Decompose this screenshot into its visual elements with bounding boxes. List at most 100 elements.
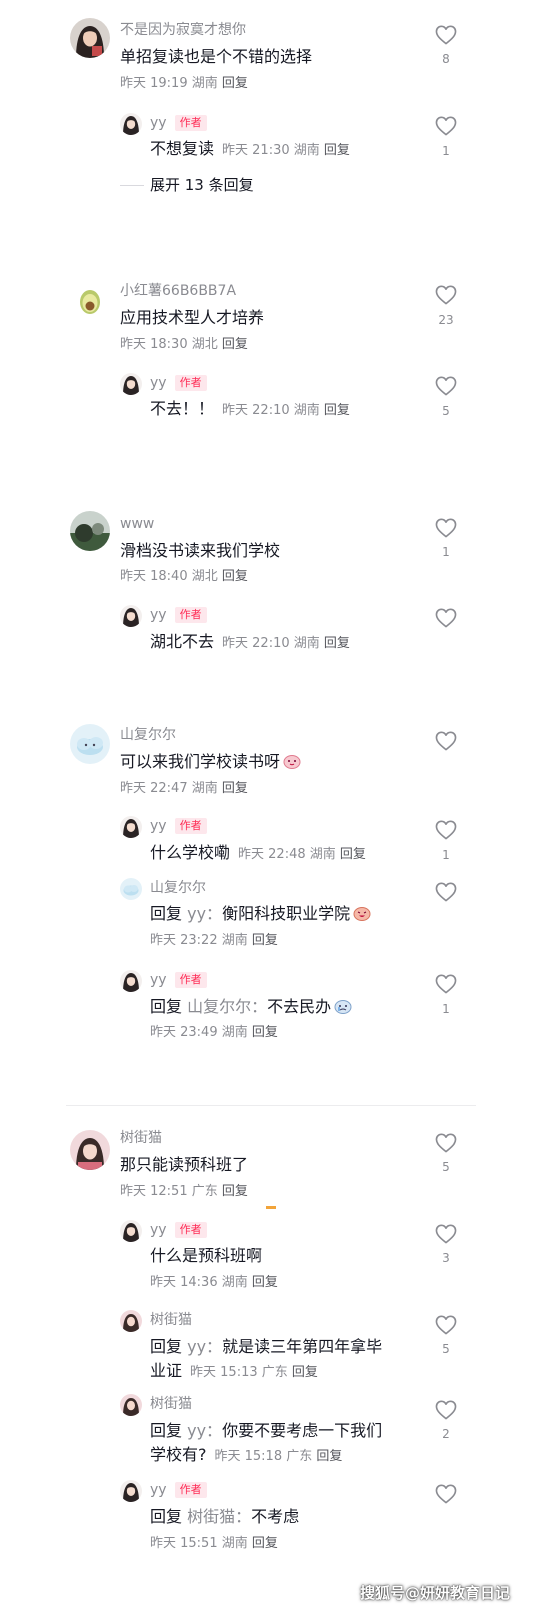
heart-outline-icon[interactable] <box>435 882 457 902</box>
heart-outline-icon[interactable] <box>435 1400 457 1420</box>
reply-target[interactable]: 树街猫： <box>187 1507 251 1526</box>
reply-link[interactable]: 回复 <box>324 636 350 651</box>
like-count: 2 <box>442 1427 450 1441</box>
commenter-name[interactable]: 山复尔尔 <box>150 879 206 897</box>
reply-text: 什么学校嘞 昨天 22:48 湖南 回复 <box>150 842 366 866</box>
reply-link[interactable]: 回复 <box>252 1025 278 1040</box>
heart-outline-icon[interactable] <box>435 608 457 628</box>
like-count: 1 <box>442 144 450 158</box>
like-count: 1 <box>442 1002 450 1016</box>
avatar-author[interactable] <box>120 605 142 627</box>
commenter-name[interactable]: 树街猫 <box>120 1129 162 1147</box>
reply-location: 湖南 <box>293 636 320 651</box>
laughing-emoji-icon <box>353 907 371 921</box>
reply-time: 昨天 22:10 <box>222 403 290 418</box>
heart-outline-icon[interactable] <box>435 1315 457 1335</box>
reply-link[interactable]: 回复 <box>324 403 350 418</box>
comment-text: 单招复读也是个不错的选择 <box>120 46 312 68</box>
like-count: 1 <box>442 545 450 559</box>
reply-text: 湖北不去 昨天 22:10 湖南 回复 <box>150 631 350 655</box>
avatar-user[interactable] <box>120 1394 142 1416</box>
comment-meta: 昨天 19:19 湖南 回复 <box>120 75 248 93</box>
reply-meta: 昨天 23:22 湖南 回复 <box>150 932 278 950</box>
heart-outline-icon[interactable] <box>435 116 457 136</box>
reply-prefix: 回复 <box>150 1507 183 1526</box>
author-name[interactable]: yy <box>150 607 167 623</box>
commenter-name[interactable]: 小红薯66B6BB7A <box>120 282 236 300</box>
avatar-author[interactable] <box>120 816 142 838</box>
heart-outline-icon[interactable] <box>435 820 457 840</box>
author-name[interactable]: yy <box>150 972 167 988</box>
like-count: 1 <box>442 848 450 862</box>
author-name[interactable]: yy <box>150 375 167 391</box>
commenter-name: yy 作者 <box>150 971 207 989</box>
expand-divider <box>120 185 144 186</box>
avatar-author[interactable] <box>120 1220 142 1242</box>
reply-text-content: 不去民办 <box>267 997 332 1016</box>
avatar-user[interactable] <box>70 511 110 551</box>
reply-link[interactable]: 回复 <box>316 1449 342 1464</box>
reply-target[interactable]: 山复尔尔： <box>187 997 267 1016</box>
reply-text-content: 就是读三年第四年拿毕 <box>222 1337 383 1356</box>
author-name[interactable]: yy <box>150 1482 167 1498</box>
reply-link[interactable]: 回复 <box>222 1184 248 1199</box>
author-name[interactable]: yy <box>150 1222 167 1238</box>
avatar-user[interactable] <box>70 724 110 764</box>
commenter-name[interactable]: 树街猫 <box>150 1395 192 1413</box>
avatar-user[interactable] <box>70 280 110 320</box>
author-name[interactable]: yy <box>150 115 167 131</box>
heart-outline-icon[interactable] <box>435 376 457 396</box>
avatar-author[interactable] <box>120 1480 142 1502</box>
commenter-name[interactable]: www <box>120 515 154 533</box>
reply-target[interactable]: yy： <box>187 904 222 923</box>
avatar-author[interactable] <box>120 113 142 135</box>
avatar-user[interactable] <box>120 878 142 900</box>
reply-link[interactable]: 回复 <box>252 1536 278 1551</box>
reply-target[interactable]: yy： <box>187 1421 222 1440</box>
author-badge: 作者 <box>174 607 207 623</box>
avatar-user[interactable] <box>70 1130 110 1170</box>
reply-text-content: 湖北不去 <box>150 632 215 651</box>
comment-meta: 昨天 18:30 湖北 回复 <box>120 336 248 354</box>
reply-meta: 昨天 15:13 广东 回复 <box>190 1365 318 1380</box>
reply-time: 昨天 21:30 <box>222 143 290 158</box>
reply-text-content: 不去！！ <box>150 399 215 418</box>
expand-replies-button[interactable]: 展开 13 条回复 <box>150 175 254 195</box>
commenter-name[interactable]: 山复尔尔 <box>120 726 176 744</box>
reply-text-wrap: 学校有? 昨天 15:18 广东 回复 <box>150 1444 342 1468</box>
reply-time: 昨天 22:48 <box>238 847 306 862</box>
heart-outline-icon[interactable] <box>435 25 457 45</box>
commenter-name[interactable]: 树街猫 <box>150 1311 192 1329</box>
like-count: 5 <box>442 1160 450 1174</box>
blush-emoji-icon <box>283 755 301 769</box>
commenter-name: yy 作者 <box>150 374 207 392</box>
reply-link[interactable]: 回复 <box>252 933 278 948</box>
heart-outline-icon[interactable] <box>435 518 457 538</box>
reply-target[interactable]: yy： <box>187 1337 222 1356</box>
heart-outline-icon[interactable] <box>435 1133 457 1153</box>
reply-link[interactable]: 回复 <box>222 781 248 796</box>
commenter-name[interactable]: 不是因为寂寞才想你 <box>120 21 246 39</box>
author-name[interactable]: yy <box>150 818 167 834</box>
avatar-user[interactable] <box>70 18 110 58</box>
reply-link[interactable]: 回复 <box>222 76 248 91</box>
commenter-name: yy 作者 <box>150 606 207 624</box>
avatar-author[interactable] <box>120 970 142 992</box>
reply-text: 回复 yy：你要不要考虑一下我们 <box>150 1420 382 1442</box>
reply-link[interactable]: 回复 <box>222 569 248 584</box>
heart-outline-icon[interactable] <box>435 285 457 305</box>
heart-outline-icon[interactable] <box>435 731 457 751</box>
heart-outline-icon[interactable] <box>435 1484 457 1504</box>
commenter-name: yy 作者 <box>150 114 207 132</box>
heart-outline-icon[interactable] <box>435 974 457 994</box>
reply-link[interactable]: 回复 <box>222 337 248 352</box>
avatar-user[interactable] <box>120 1310 142 1332</box>
heart-outline-icon[interactable] <box>435 1224 457 1244</box>
reply-link[interactable]: 回复 <box>324 143 350 158</box>
reply-link[interactable]: 回复 <box>340 847 366 862</box>
reply-link[interactable]: 回复 <box>292 1365 318 1380</box>
avatar-author[interactable] <box>120 373 142 395</box>
thread-divider <box>66 1105 476 1106</box>
reply-prefix: 回复 <box>150 904 183 923</box>
reply-link[interactable]: 回复 <box>252 1275 278 1290</box>
